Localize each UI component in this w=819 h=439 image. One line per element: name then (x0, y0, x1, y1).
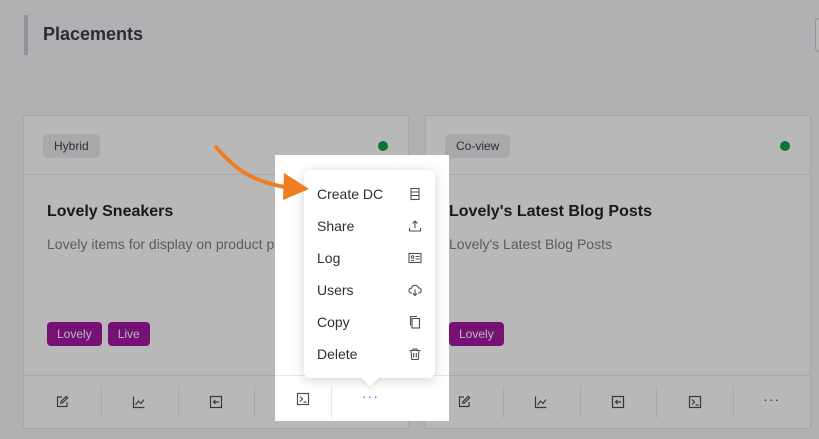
page-title: Placements (43, 24, 144, 44)
card-title[interactable]: Lovely Sneakers (47, 203, 173, 221)
tag-list: Lovely Live (47, 322, 150, 346)
analytics-button[interactable] (502, 376, 580, 428)
spotlight-actions: ··· (275, 375, 449, 421)
card-description: Lovely's Latest Blog Posts (449, 236, 612, 252)
menu-item-label: Log (317, 250, 341, 266)
tag[interactable]: Lovely (449, 322, 504, 346)
card-actions: ··· (426, 375, 810, 428)
top-right-button[interactable] (815, 18, 819, 52)
card-header: Co-view (426, 116, 810, 175)
copy-icon (409, 315, 421, 329)
tag-list: Lovely (449, 322, 504, 346)
status-dot (378, 141, 388, 151)
id-card-icon (408, 252, 422, 264)
more-icon: ··· (763, 391, 781, 407)
type-badge: Co-view (445, 134, 511, 158)
trash-icon (409, 348, 421, 361)
pointer-arrow (214, 145, 309, 200)
embed-button[interactable] (579, 376, 657, 428)
code-button[interactable] (275, 376, 331, 422)
more-icon: ··· (362, 388, 379, 404)
menu-item-label: Delete (317, 346, 358, 362)
cloud-download-icon (408, 284, 422, 297)
menu-item-create-dc[interactable]: Create DC (304, 178, 435, 210)
more-button[interactable]: ··· (733, 376, 810, 428)
embed-icon (209, 395, 223, 409)
card-description: Lovely items for display on product page… (47, 236, 305, 252)
status-dot (780, 141, 790, 151)
menu-item-users[interactable]: Users (304, 274, 435, 306)
edit-icon (459, 395, 471, 408)
upload-icon (408, 220, 422, 232)
code-icon (296, 392, 310, 406)
analytics-button[interactable] (100, 376, 178, 428)
menu-item-label: Create DC (317, 186, 384, 202)
tag[interactable]: Live (107, 322, 150, 346)
code-icon (688, 395, 701, 409)
menu-item-label: Users (317, 282, 354, 298)
embed-icon (611, 395, 625, 409)
card-title[interactable]: Lovely's Latest Blog Posts (449, 203, 652, 221)
edit-icon (57, 395, 69, 408)
more-actions-menu: Create DC Share Log Users Copy Delete (304, 170, 435, 378)
chart-icon (535, 396, 547, 409)
type-badge: Hybrid (43, 134, 100, 158)
menu-item-label: Share (317, 218, 355, 234)
menu-item-share[interactable]: Share (304, 210, 435, 242)
code-button[interactable] (656, 376, 733, 428)
tag[interactable]: Lovely (47, 322, 102, 346)
list-icon (410, 187, 420, 201)
menu-item-label: Copy (317, 314, 350, 330)
menu-item-copy[interactable]: Copy (304, 306, 435, 338)
placement-card: Co-view Lovely's Latest Blog Posts Lovel… (425, 115, 811, 429)
header-accent-bar (24, 15, 28, 55)
edit-button[interactable] (24, 376, 101, 428)
menu-item-delete[interactable]: Delete (304, 338, 435, 370)
chart-icon (133, 396, 145, 409)
embed-button[interactable] (177, 376, 255, 428)
menu-item-log[interactable]: Log (304, 242, 435, 274)
